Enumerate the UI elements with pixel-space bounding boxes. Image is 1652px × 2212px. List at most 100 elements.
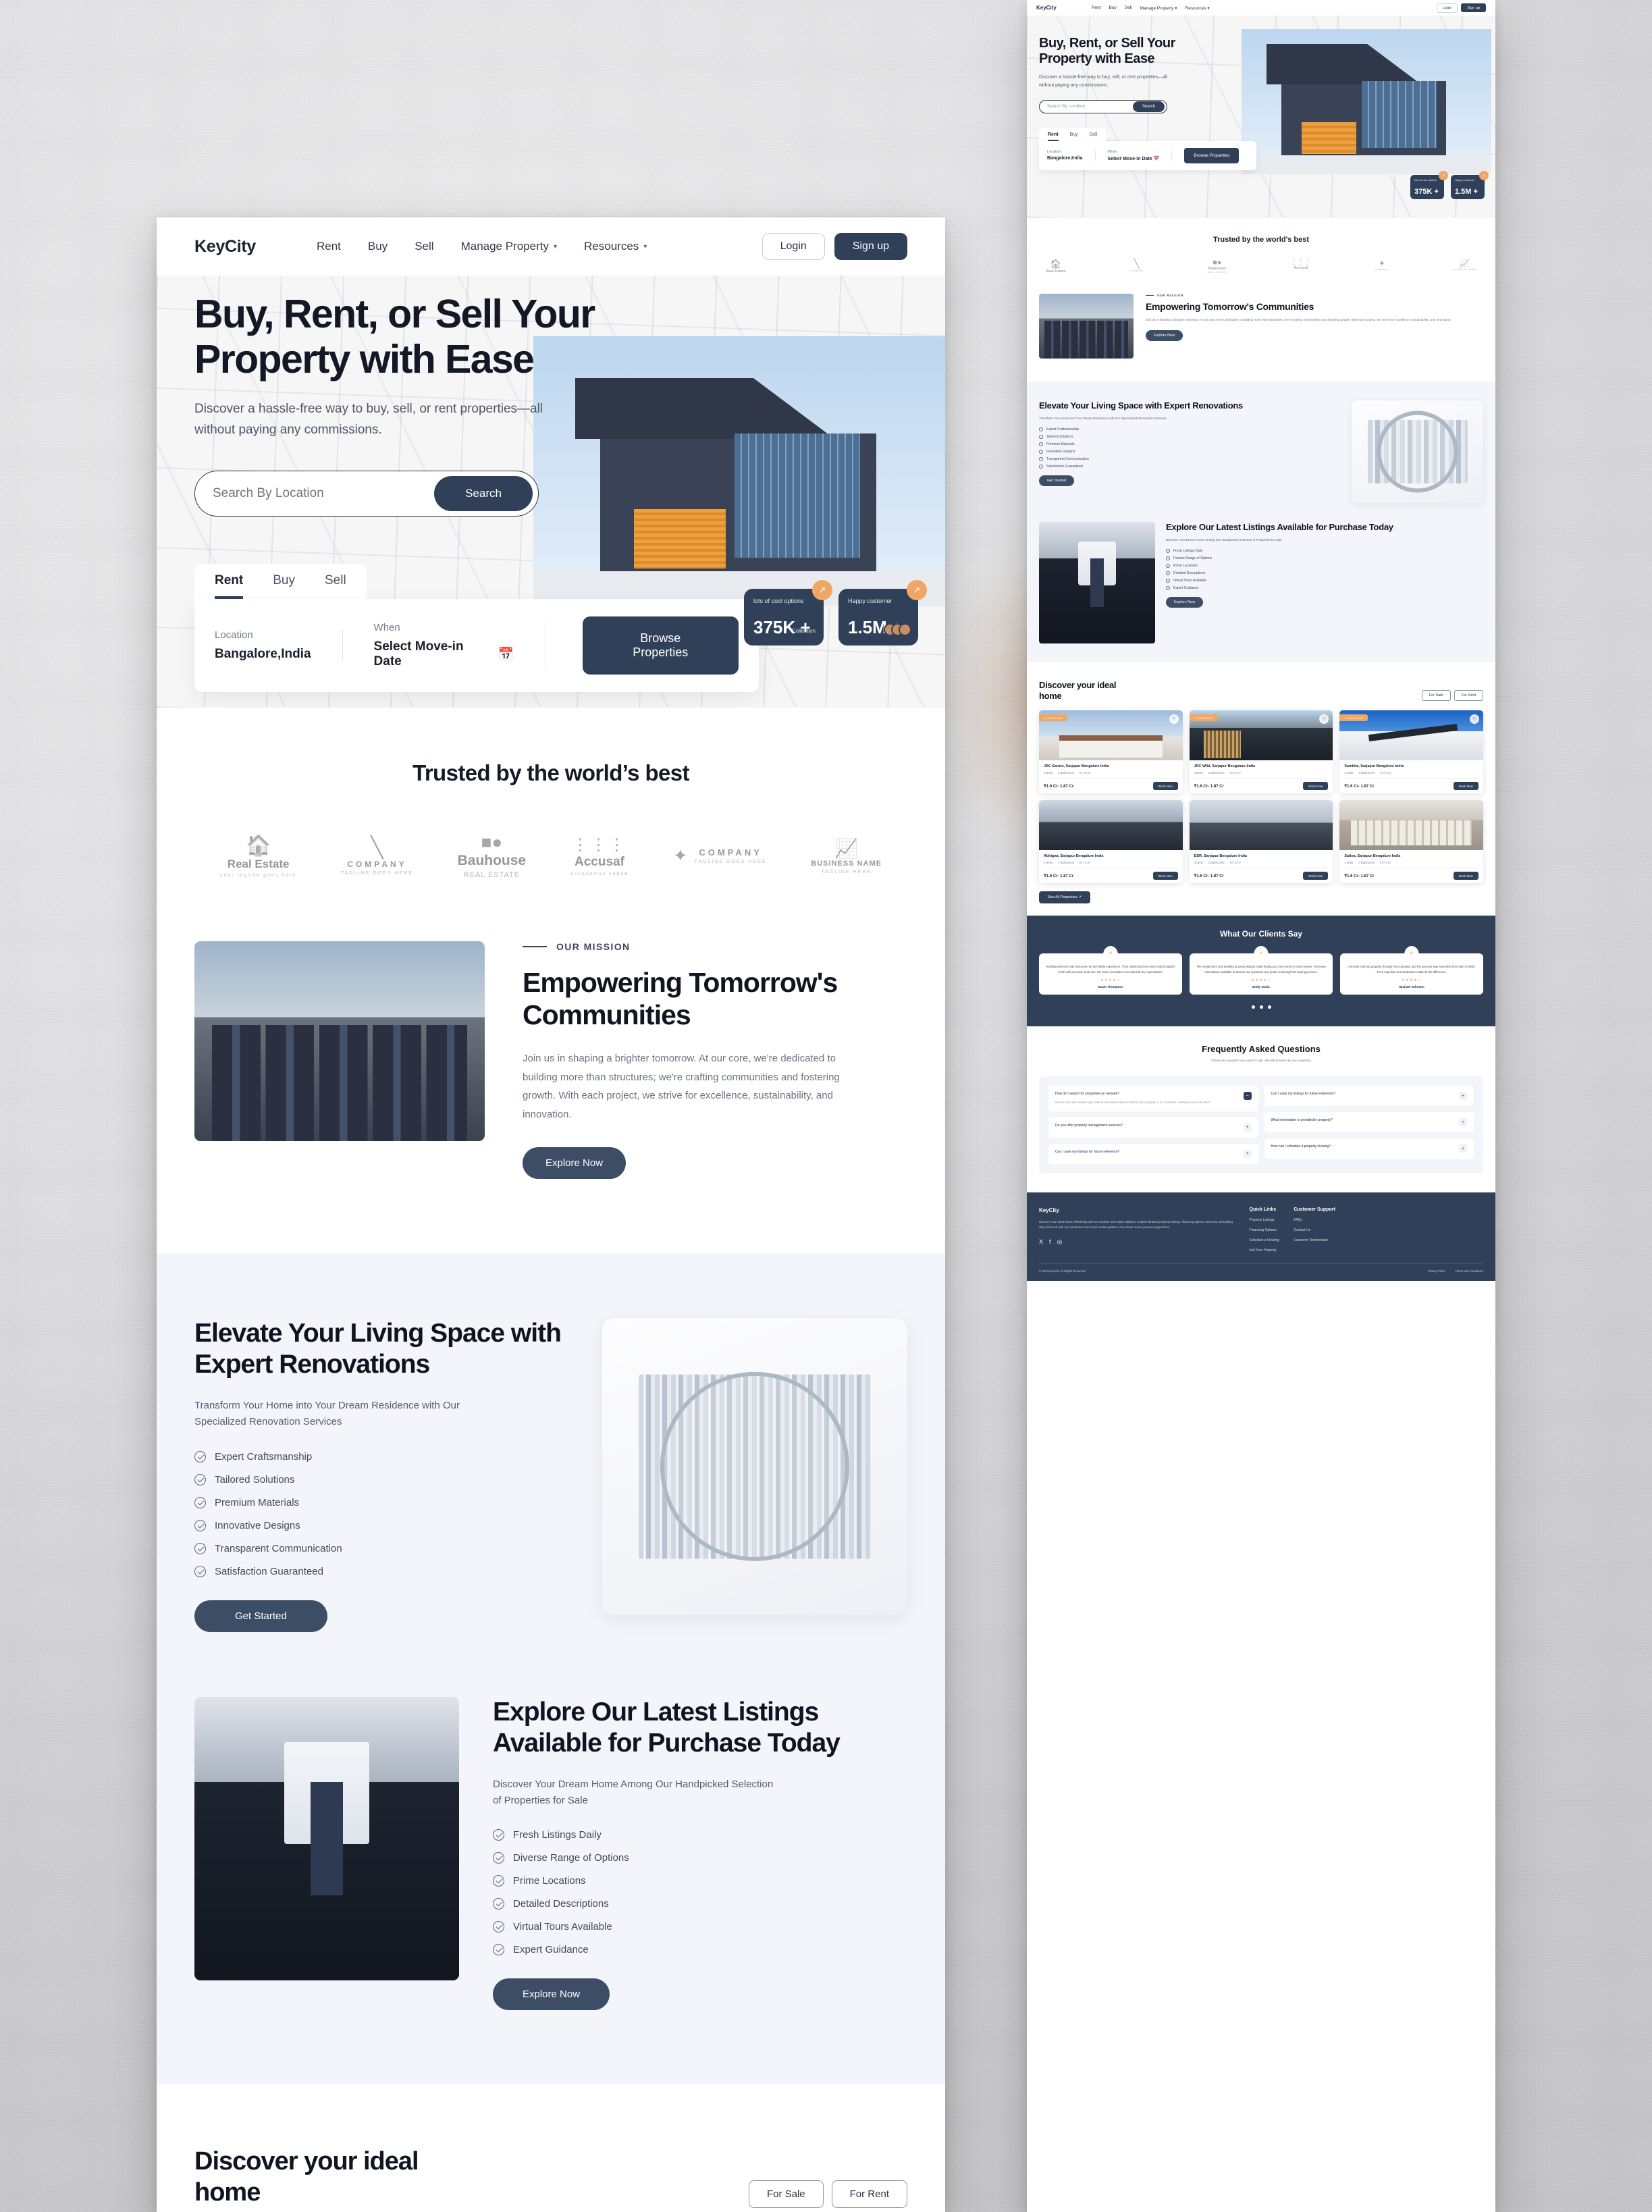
favorite-heart-icon[interactable]: ♡ bbox=[1470, 714, 1479, 725]
filter-when[interactable]: When Select Move-in Date 📅 bbox=[374, 621, 546, 669]
favorite-heart-icon[interactable]: ♡ bbox=[1169, 714, 1179, 725]
rule-icon bbox=[523, 946, 547, 947]
faq-item[interactable]: What information is provided in property… bbox=[1264, 1112, 1474, 1133]
signup-button[interactable]: Sign up bbox=[834, 233, 907, 260]
plus-icon[interactable]: + bbox=[1459, 1118, 1467, 1127]
book-now-button[interactable]: Book Now bbox=[1303, 782, 1329, 791]
thumb-nav-buy[interactable]: Buy bbox=[1109, 5, 1117, 11]
thumb-stat-card-collection: ↗ lots of cool options 375K + bbox=[1410, 171, 1448, 199]
x-twitter-icon[interactable]: X bbox=[1039, 1238, 1043, 1246]
tab-sell[interactable]: Sell bbox=[325, 573, 346, 599]
browse-properties-button[interactable]: Browse Properties bbox=[582, 616, 739, 675]
elevate-illustration bbox=[602, 1317, 907, 1615]
book-now-button[interactable]: Book Now bbox=[1152, 782, 1178, 791]
thumb-search-button[interactable]: Search bbox=[1132, 101, 1165, 112]
thumb-filter-location[interactable]: Location Bangalore,India bbox=[1047, 150, 1096, 161]
plus-icon[interactable]: + bbox=[1243, 1123, 1252, 1132]
search-button[interactable]: Search bbox=[434, 475, 533, 511]
thumb-tab-rent[interactable]: Rent bbox=[1048, 132, 1059, 141]
table-row[interactable]: ✦ POPULAR ♡ Samhita, Sarjapur Bengalure … bbox=[1339, 710, 1483, 794]
plus-icon[interactable]: + bbox=[1243, 1149, 1252, 1158]
segment-for-sale[interactable]: For Sale bbox=[748, 2180, 824, 2209]
list-item: Expert Craftsmanship bbox=[1039, 427, 1341, 431]
faq-item[interactable]: How do I search for properties on websit… bbox=[1048, 1086, 1258, 1111]
logo-keycity[interactable]: KeyCity bbox=[194, 237, 256, 257]
segment-for-rent[interactable]: For Rent bbox=[831, 2180, 907, 2209]
nav-item-rent[interactable]: Rent bbox=[317, 240, 341, 253]
plus-icon[interactable]: + bbox=[1459, 1144, 1467, 1153]
carousel-dot[interactable] bbox=[1267, 1005, 1271, 1009]
nav-item-buy[interactable]: Buy bbox=[368, 240, 388, 253]
bath-icon-label: 2 Bathrooms bbox=[1058, 771, 1074, 775]
table-row[interactable]: ✦ POPULAR ♡ JRC Sanzio, Sarjapur Bengalu… bbox=[1039, 710, 1183, 794]
calendar-icon[interactable]: 📅 bbox=[498, 646, 514, 662]
filter-location[interactable]: Location Bangalore,India bbox=[215, 629, 343, 662]
search-input[interactable] bbox=[213, 485, 435, 501]
faq-grid: How do I search for properties on websit… bbox=[1039, 1076, 1483, 1174]
thumb-nav-manage-property[interactable]: Manage Property ▾ bbox=[1140, 5, 1177, 11]
thumb-get-started-button[interactable]: Get Started bbox=[1039, 475, 1075, 486]
see-all-properties-button[interactable]: See All Properties ↗ bbox=[1039, 891, 1090, 904]
listings-explore-button[interactable]: Explore Now bbox=[493, 1978, 610, 2011]
login-button[interactable]: Login bbox=[762, 233, 825, 260]
tab-rent[interactable]: Rent bbox=[215, 573, 244, 599]
faq-item[interactable]: Can I save my listings for future refere… bbox=[1048, 1143, 1258, 1164]
book-now-button[interactable]: Book Now bbox=[1152, 872, 1178, 880]
thumb-nav-resources[interactable]: Resources ▾ bbox=[1185, 5, 1210, 11]
nav-item-sell[interactable]: Sell bbox=[415, 240, 433, 253]
faq-item[interactable]: Can I save my listings for future refere… bbox=[1264, 1086, 1474, 1107]
footer-link-financing-options[interactable]: Financing Options bbox=[1250, 1228, 1279, 1232]
carousel-dot[interactable] bbox=[1259, 1005, 1263, 1009]
footer-link-customer-testimonials[interactable]: Customer Testimonials bbox=[1294, 1238, 1335, 1242]
thumb-tab-buy[interactable]: Buy bbox=[1070, 132, 1078, 141]
thumb-browse-properties-button[interactable]: Browse Properties bbox=[1184, 147, 1240, 163]
book-now-button[interactable]: Book Now bbox=[1454, 872, 1478, 880]
thumb-listings-explore-button[interactable]: Explore Now bbox=[1166, 596, 1204, 608]
testimonial-author: Sarah Thompson bbox=[1098, 985, 1123, 989]
footer-link-faqs[interactable]: FAQs bbox=[1294, 1218, 1335, 1222]
list-item: Virtual Tours Available bbox=[493, 1921, 907, 1933]
get-started-button[interactable]: Get Started bbox=[194, 1600, 327, 1632]
thumb-nav-sell[interactable]: Sell bbox=[1125, 5, 1132, 11]
listings-feature-list: Fresh Listings Daily Diverse Range of Op… bbox=[493, 1829, 907, 1956]
footer-link-privacy-policy[interactable]: Privacy Policy bbox=[1428, 1269, 1446, 1273]
thumb-tab-sell[interactable]: Sell bbox=[1090, 132, 1098, 141]
thumb-search-bar[interactable]: Search By Location Search bbox=[1039, 99, 1167, 113]
mission-explore-button[interactable]: Explore Now bbox=[523, 1147, 627, 1179]
table-row[interactable]: ✦ POPULAR ♡ JRC Wild, Sarjapur Bengalure… bbox=[1189, 710, 1333, 794]
table-row[interactable]: Sattva, Sarjapur Bengalure India 4 Beds 2… bbox=[1339, 800, 1483, 884]
thumb-nav-rent[interactable]: Rent bbox=[1092, 5, 1101, 11]
thumb-mission-explore-button[interactable]: Explore Now bbox=[1146, 330, 1183, 341]
footer-link-sell-your-property[interactable]: Sell Your Property bbox=[1250, 1248, 1279, 1253]
thumb-login-button[interactable]: Login bbox=[1436, 3, 1458, 13]
facebook-icon[interactable]: f bbox=[1049, 1238, 1051, 1246]
footer-link-property-listings[interactable]: Property Listings bbox=[1250, 1218, 1279, 1222]
monogram-icon: ╲ bbox=[371, 836, 383, 859]
footer-link-terms[interactable]: Terms and Conditions bbox=[1455, 1269, 1483, 1273]
carousel-dots[interactable] bbox=[1039, 1005, 1483, 1009]
thumb-segment-for-sale[interactable]: For Sale bbox=[1421, 690, 1451, 702]
blocks-icon: ■● bbox=[1213, 259, 1222, 267]
nav-item-manage-property[interactable]: Manage Property ▾ bbox=[461, 240, 557, 253]
minus-icon[interactable]: − bbox=[1243, 1092, 1252, 1101]
plus-icon[interactable]: + bbox=[1459, 1092, 1467, 1101]
carousel-dot[interactable] bbox=[1251, 1005, 1255, 1009]
book-now-button[interactable]: Book Now bbox=[1454, 782, 1478, 791]
nav-item-resources[interactable]: Resources ▾ bbox=[584, 240, 647, 253]
footer-link-contact-us[interactable]: Contact Us bbox=[1294, 1228, 1335, 1232]
testimonial-card: “ I recently sold my property through th… bbox=[1340, 946, 1483, 995]
thumb-signup-button[interactable]: Sign up bbox=[1461, 3, 1486, 12]
thumb-filter-when[interactable]: When Select Move-in Date 📅 bbox=[1108, 149, 1173, 161]
table-row[interactable]: DSR, Sarjapur Bengalure India 4 Beds 2 Ba… bbox=[1189, 800, 1333, 884]
faq-item[interactable]: Do you offer property management service… bbox=[1048, 1117, 1258, 1138]
footer-link-schedule-a-viewing[interactable]: Schedule a Viewing bbox=[1250, 1238, 1279, 1242]
book-now-button[interactable]: Book Now bbox=[1303, 872, 1329, 880]
favorite-heart-icon[interactable]: ♡ bbox=[1319, 714, 1329, 725]
tab-buy[interactable]: Buy bbox=[273, 573, 295, 599]
table-row[interactable]: Abhigna, Sarjapur Bengalure India 4 Beds… bbox=[1039, 800, 1183, 884]
calendar-icon[interactable]: 📅 bbox=[1154, 157, 1160, 161]
instagram-icon[interactable]: ◎ bbox=[1057, 1238, 1063, 1246]
thumb-logo-keycity[interactable]: KeyCity bbox=[1036, 5, 1057, 11]
thumb-segment-for-rent[interactable]: For Rent bbox=[1454, 690, 1483, 702]
faq-item[interactable]: How can I schedule a property viewing? + bbox=[1264, 1138, 1474, 1159]
